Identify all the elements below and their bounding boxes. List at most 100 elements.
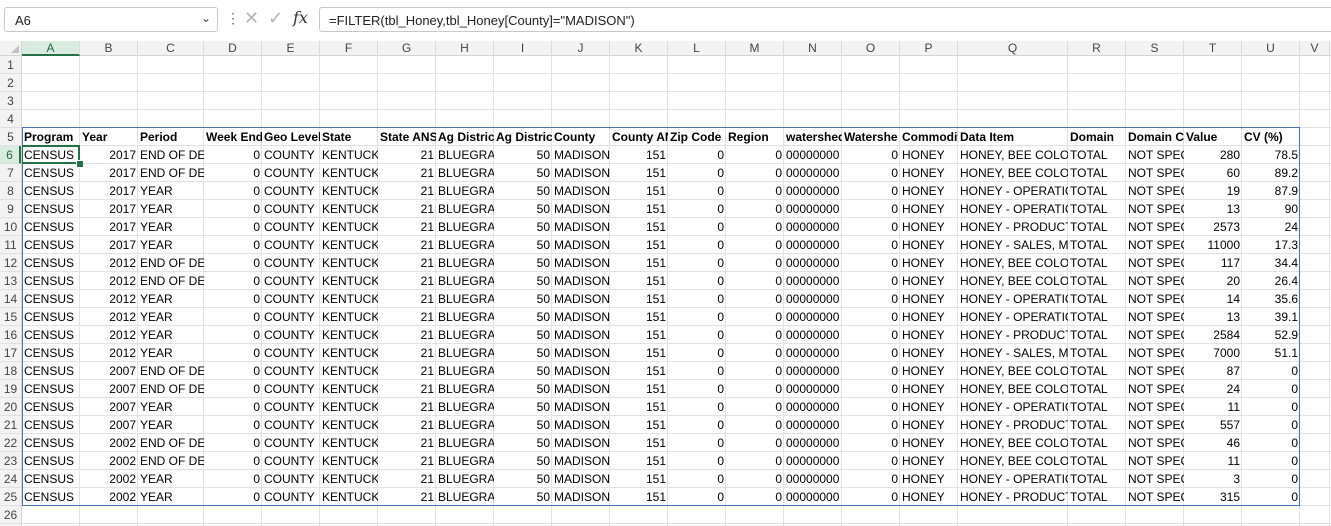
table-cell[interactable]: 50	[494, 182, 552, 200]
table-cell[interactable]: KENTUCKY	[320, 200, 378, 218]
table-cell[interactable]: 0	[204, 218, 262, 236]
table-cell[interactable]: 0	[842, 416, 900, 434]
table-cell[interactable]: 0	[204, 362, 262, 380]
table-cell[interactable]: END OF DEC	[138, 272, 204, 290]
table-cell[interactable]: TOTAL	[1068, 362, 1126, 380]
table-cell[interactable]: KENTUCKY	[320, 434, 378, 452]
table-cell[interactable]: 151	[610, 200, 668, 218]
table-cell[interactable]: 0	[668, 470, 726, 488]
table-cell[interactable]: NOT SPECI	[1126, 362, 1184, 380]
row-header-2[interactable]: 2	[0, 74, 21, 92]
table-cell[interactable]: 21	[378, 272, 436, 290]
header-cell[interactable]: County AN	[610, 128, 668, 146]
table-cell[interactable]: MADISON	[552, 434, 610, 452]
table-cell[interactable]: NOT SPECI	[1126, 164, 1184, 182]
table-cell[interactable]: 0	[204, 164, 262, 182]
table-cell[interactable]: NOT SPECI	[1126, 470, 1184, 488]
row-header-23[interactable]: 23	[0, 452, 21, 470]
header-cell[interactable]: Geo Level	[262, 128, 320, 146]
table-cell[interactable]: END OF DEC	[138, 380, 204, 398]
table-cell[interactable]: TOTAL	[1068, 182, 1126, 200]
table-cell[interactable]: KENTUCKY	[320, 326, 378, 344]
table-cell[interactable]: TOTAL	[1068, 218, 1126, 236]
table-cell[interactable]: BLUEGRAS	[436, 470, 494, 488]
table-cell[interactable]: 11000	[1184, 236, 1242, 254]
table-cell[interactable]: 0	[842, 272, 900, 290]
table-cell[interactable]: COUNTY	[262, 416, 320, 434]
table-cell[interactable]: 50	[494, 272, 552, 290]
table-cell[interactable]: 0	[668, 488, 726, 506]
row-header-3[interactable]: 3	[0, 92, 21, 110]
table-cell[interactable]: COUNTY	[262, 164, 320, 182]
table-cell[interactable]: 151	[610, 326, 668, 344]
header-cell[interactable]: County	[552, 128, 610, 146]
table-cell[interactable]: MADISON	[552, 416, 610, 434]
table-cell[interactable]: 00000000	[784, 236, 842, 254]
table-cell[interactable]: 21	[378, 362, 436, 380]
table-cell[interactable]: 21	[378, 488, 436, 506]
table-cell[interactable]: 0	[842, 398, 900, 416]
column-header-s[interactable]: S	[1126, 41, 1184, 56]
table-cell[interactable]: HONEY	[900, 452, 958, 470]
table-cell[interactable]: COUNTY	[262, 182, 320, 200]
table-cell[interactable]: 0	[668, 290, 726, 308]
table-cell[interactable]: TOTAL	[1068, 146, 1126, 164]
table-cell[interactable]: 00000000	[784, 398, 842, 416]
table-cell[interactable]: 21	[378, 470, 436, 488]
row-header-6[interactable]: 6	[0, 146, 21, 164]
table-cell[interactable]: TOTAL	[1068, 236, 1126, 254]
table-cell[interactable]: 0	[726, 488, 784, 506]
row-header-25[interactable]: 25	[0, 488, 21, 506]
table-cell[interactable]: 2012	[80, 326, 138, 344]
table-cell[interactable]: COUNTY	[262, 434, 320, 452]
table-cell[interactable]: 0	[668, 398, 726, 416]
table-cell[interactable]: 0	[668, 272, 726, 290]
table-cell[interactable]: 0	[842, 452, 900, 470]
table-cell[interactable]: BLUEGRAS	[436, 290, 494, 308]
table-cell[interactable]: 0	[204, 434, 262, 452]
table-cell[interactable]: END OF DEC	[138, 146, 204, 164]
table-cell[interactable]: 50	[494, 290, 552, 308]
table-cell[interactable]: 0	[842, 362, 900, 380]
table-cell[interactable]: 00000000	[784, 182, 842, 200]
table-cell[interactable]: YEAR	[138, 416, 204, 434]
column-header-n[interactable]: N	[784, 41, 842, 56]
table-cell[interactable]: 3	[1184, 470, 1242, 488]
header-cell[interactable]: Period	[138, 128, 204, 146]
table-cell[interactable]: 151	[610, 398, 668, 416]
row-header-16[interactable]: 16	[0, 326, 21, 344]
table-cell[interactable]: COUNTY	[262, 326, 320, 344]
table-cell[interactable]: 0	[842, 380, 900, 398]
table-cell[interactable]: 21	[378, 146, 436, 164]
table-cell[interactable]: KENTUCKY	[320, 236, 378, 254]
table-cell[interactable]: COUNTY	[262, 236, 320, 254]
column-header-d[interactable]: D	[204, 41, 262, 56]
table-cell[interactable]: KENTUCKY	[320, 344, 378, 362]
table-cell[interactable]: CENSUS	[22, 272, 80, 290]
table-cell[interactable]: YEAR	[138, 200, 204, 218]
table-cell[interactable]: 50	[494, 452, 552, 470]
row-header-5[interactable]: 5	[0, 128, 21, 146]
header-cell[interactable]: Data Item	[958, 128, 1068, 146]
table-cell[interactable]: TOTAL	[1068, 380, 1126, 398]
table-cell[interactable]: 0	[204, 488, 262, 506]
table-cell[interactable]: HONEY	[900, 380, 958, 398]
column-header-i[interactable]: I	[494, 41, 552, 56]
table-cell[interactable]: BLUEGRAS	[436, 182, 494, 200]
table-cell[interactable]: 2017	[80, 146, 138, 164]
table-cell[interactable]: 315	[1184, 488, 1242, 506]
cancel-icon[interactable]: ✕	[244, 8, 259, 29]
table-cell[interactable]: 50	[494, 218, 552, 236]
table-cell[interactable]: 2012	[80, 254, 138, 272]
table-cell[interactable]: END OF DEC	[138, 452, 204, 470]
table-cell[interactable]: 20	[1184, 272, 1242, 290]
header-cell[interactable]: Program	[22, 128, 80, 146]
table-cell[interactable]: CENSUS	[22, 218, 80, 236]
table-cell[interactable]: HONEY	[900, 434, 958, 452]
row-header-22[interactable]: 22	[0, 434, 21, 452]
table-cell[interactable]: 78.5	[1242, 146, 1300, 164]
formula-input[interactable]: =FILTER(tbl_Honey,tbl_Honey[County]="MAD…	[319, 7, 1331, 32]
table-cell[interactable]: 0	[726, 182, 784, 200]
table-cell[interactable]: 21	[378, 452, 436, 470]
table-cell[interactable]: YEAR	[138, 470, 204, 488]
